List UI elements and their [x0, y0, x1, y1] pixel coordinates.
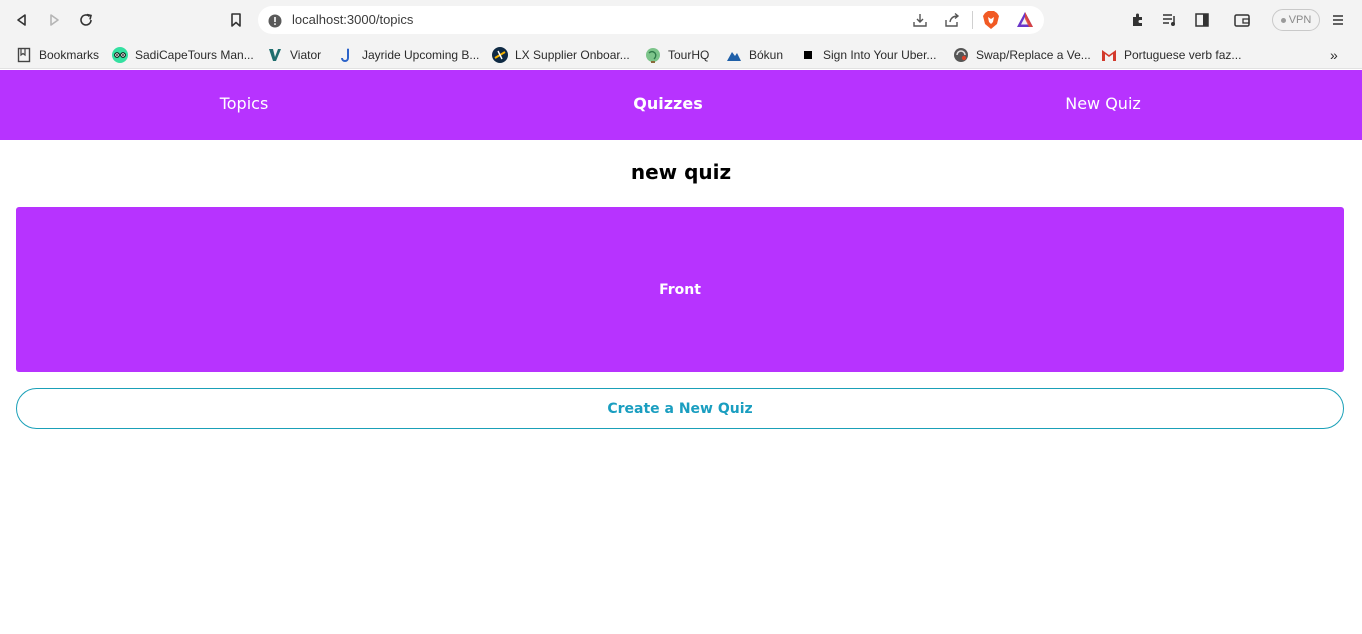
- nav-link-new-quiz[interactable]: New Quiz: [1065, 94, 1141, 113]
- wallet-icon[interactable]: [1230, 8, 1254, 32]
- playlist-icon[interactable]: [1158, 8, 1182, 32]
- bookmark-item[interactable]: Viator: [267, 44, 321, 66]
- vpn-button[interactable]: VPN: [1272, 9, 1320, 31]
- menu-icon[interactable]: [1326, 8, 1350, 32]
- bookmark-item[interactable]: Swap/Replace a Ve...: [953, 44, 1091, 66]
- bookmark-item[interactable]: Bookmarks: [16, 44, 99, 66]
- bookmark-item[interactable]: LX Supplier Onboar...: [492, 44, 630, 66]
- globe-icon: [645, 47, 661, 63]
- nav-link-topics[interactable]: Topics: [220, 94, 269, 113]
- share-icon[interactable]: [944, 12, 960, 32]
- install-icon[interactable]: [912, 12, 928, 32]
- bookmark-label: TourHQ: [668, 48, 710, 62]
- create-new-quiz-button[interactable]: Create a New Quiz: [16, 388, 1344, 429]
- sidebar-icon[interactable]: [1190, 8, 1214, 32]
- nav-link-quizzes[interactable]: Quizzes: [633, 94, 702, 113]
- bookmark-item[interactable]: Sign Into Your Uber...: [800, 44, 936, 66]
- bookmark-label: SadiCapeTours Man...: [135, 48, 254, 62]
- bookmark-item[interactable]: TourHQ: [645, 44, 709, 66]
- overflow-chevron-icon: »: [1330, 47, 1338, 63]
- brave-shields-icon[interactable]: [982, 10, 1000, 34]
- reload-button[interactable]: [74, 8, 98, 32]
- vpn-status-icon: [1280, 17, 1286, 23]
- bookmarks-overflow-button[interactable]: »: [1330, 44, 1338, 66]
- bookmark-item[interactable]: SadiCapeTours Man...: [112, 44, 254, 66]
- bookmark-label: LX Supplier Onboar...: [515, 48, 630, 62]
- swap-icon: [953, 47, 969, 63]
- bookmark-item[interactable]: Bókun: [726, 44, 783, 66]
- quiz-card[interactable]: Front: [16, 207, 1344, 372]
- bookmark-label: Viator: [290, 48, 322, 62]
- browser-toolbar: localhost:3000/topics VPN: [0, 0, 1362, 40]
- extensions-icon[interactable]: [1126, 8, 1150, 32]
- bokun-icon: [726, 47, 742, 63]
- viator-icon: [267, 47, 283, 63]
- forward-button[interactable]: [42, 8, 66, 32]
- vpn-label: VPN: [1288, 14, 1312, 26]
- app-nav: Topics Quizzes New Quiz: [0, 70, 1362, 140]
- bookmarks-bar: Bookmarks SadiCapeTours Man... Viator Ja…: [0, 40, 1362, 69]
- url-text: localhost:3000/topics: [292, 12, 414, 27]
- bookmark-page-button[interactable]: [224, 8, 248, 32]
- bookmark-label: Bókun: [749, 48, 784, 62]
- lx-icon: [492, 47, 508, 63]
- card-front-label: Front: [659, 281, 701, 298]
- jayride-icon: [339, 47, 355, 63]
- tripadvisor-icon: [112, 47, 128, 63]
- bookmark-label: Sign Into Your Uber...: [823, 48, 937, 62]
- gmail-icon: [1101, 47, 1117, 63]
- uber-icon: [800, 47, 816, 63]
- bookmark-label: Portuguese verb faz...: [1124, 48, 1242, 62]
- bookmark-item[interactable]: Jayride Upcoming B...: [339, 44, 479, 66]
- brave-rewards-icon[interactable]: [1016, 11, 1034, 32]
- back-button[interactable]: [10, 8, 34, 32]
- url-divider: [972, 11, 973, 29]
- bookmark-label: Bookmarks: [39, 48, 100, 62]
- bookmark-item[interactable]: Portuguese verb faz...: [1101, 44, 1241, 66]
- page-title: new quiz: [630, 160, 732, 184]
- bookmarks-folder-icon: [16, 47, 32, 63]
- bookmark-label: Swap/Replace a Ve...: [976, 48, 1091, 62]
- site-info-icon[interactable]: [268, 13, 282, 32]
- address-bar[interactable]: localhost:3000/topics: [258, 6, 1044, 34]
- bookmark-label: Jayride Upcoming B...: [362, 48, 480, 62]
